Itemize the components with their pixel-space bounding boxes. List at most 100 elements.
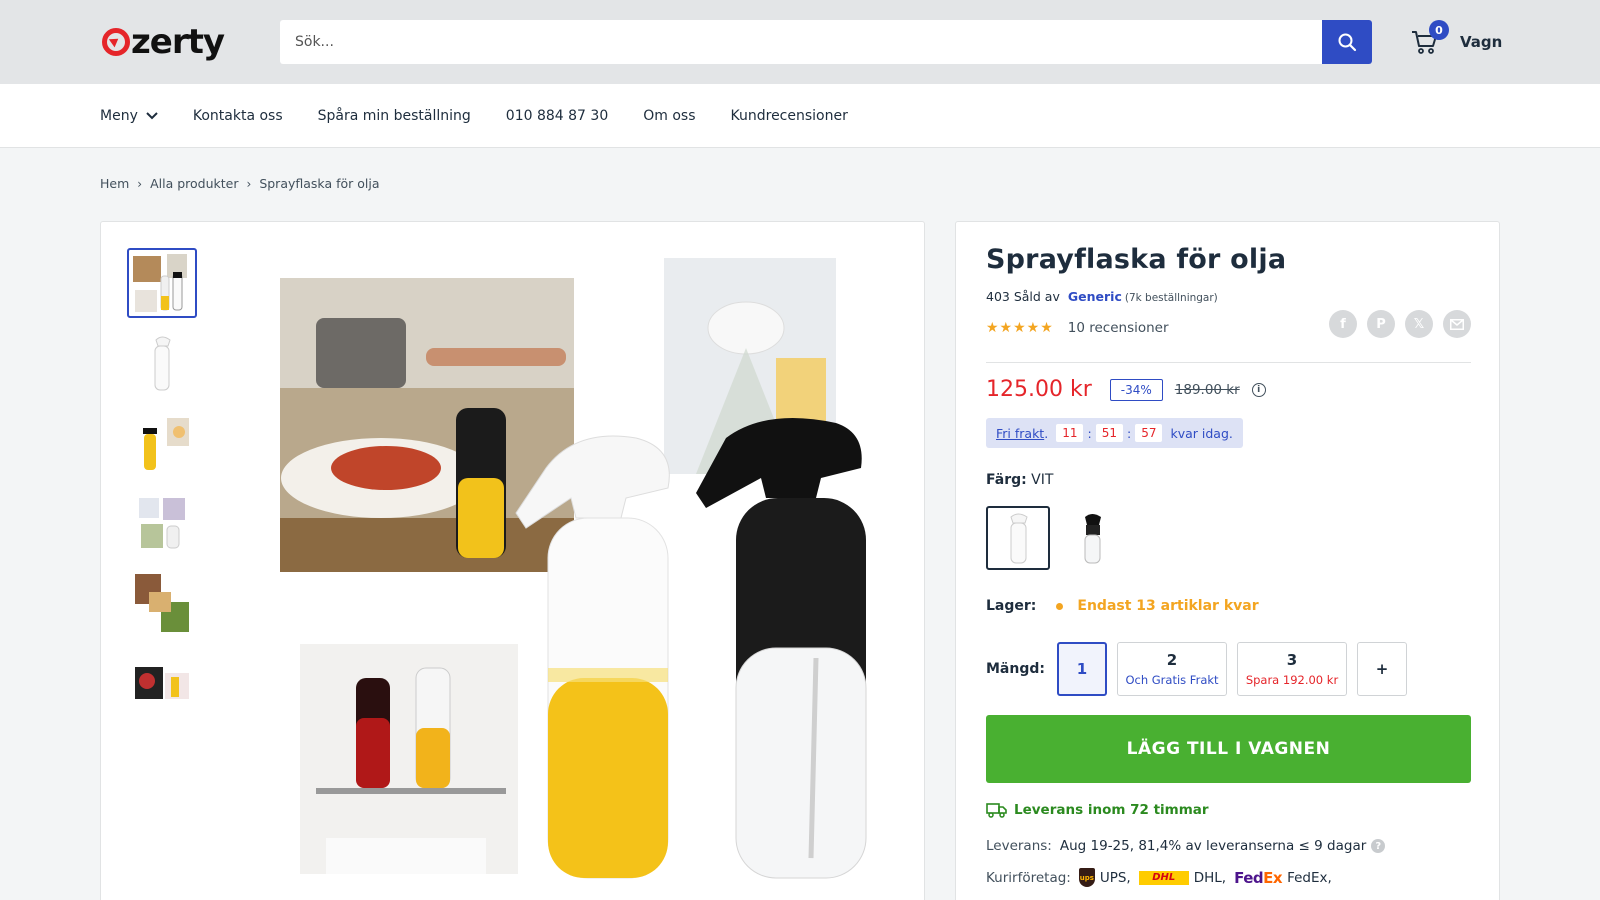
breadcrumb-current: Sprayflaska för olja [259, 176, 380, 191]
facebook-icon[interactable]: f [1329, 310, 1357, 338]
current-price: 125.00 kr [986, 377, 1092, 402]
header: zerty 0 Vagn [0, 0, 1600, 84]
fedex-logo-ex: Ex [1263, 868, 1283, 887]
logo-mark-icon [102, 28, 130, 56]
nav-phone[interactable]: 010 884 87 30 [506, 108, 608, 124]
qty-option-number: 1 [1076, 660, 1088, 678]
color-swatches [986, 506, 1134, 570]
old-price: 189.00 kr [1174, 381, 1240, 398]
color-value: VIT [1031, 472, 1054, 488]
share-buttons: f P 𝕏 [1319, 310, 1471, 338]
divider [986, 362, 1471, 363]
white-bottle-icon [1010, 513, 1028, 564]
nav-about[interactable]: Om oss [643, 108, 695, 124]
black-bottle-icon [1084, 514, 1101, 564]
qty-option-note: Spara 192.00 kr [1245, 673, 1339, 687]
chevron-right-icon: › [137, 176, 143, 191]
search-icon [1338, 33, 1357, 52]
qty-option-note: Och Gratis Frakt [1125, 673, 1219, 687]
thumbnail-image [135, 574, 189, 632]
sold-info: 403 Såld av Generic (7k beställningar) [986, 289, 1218, 304]
qty-option-1[interactable]: 1 [1057, 642, 1107, 696]
dhl-logo-icon: DHL [1138, 870, 1189, 885]
swatch-black[interactable] [1060, 506, 1124, 570]
pinterest-icon[interactable]: P [1367, 310, 1395, 338]
search-input[interactable] [280, 20, 1322, 64]
fedex-logo-icon: FedEx [1234, 869, 1282, 887]
countdown-hours: 11 [1056, 424, 1084, 442]
courier-name: UPS, [1099, 869, 1131, 886]
thumbnail-5[interactable] [127, 568, 197, 638]
truck-icon [986, 803, 1007, 818]
price-row: 125.00 kr -34% 189.00 kr i [986, 377, 1266, 402]
plus-icon: + [1375, 660, 1389, 678]
info-icon[interactable]: i [1251, 382, 1266, 397]
search-button[interactable] [1322, 20, 1372, 64]
countdown-seconds: 57 [1135, 424, 1163, 442]
courier-dhl: DHL DHL, [1138, 870, 1226, 886]
stock-text: Endast 13 artiklar kvar [1077, 598, 1259, 614]
cart-button[interactable]: 0 Vagn [1410, 20, 1503, 62]
qty-label: Mängd: [986, 661, 1045, 677]
thumbnail-image [154, 336, 171, 391]
delivery-text: Leverans inom 72 timmar [1014, 802, 1209, 818]
thumbnail-1[interactable] [127, 248, 197, 318]
rating[interactable]: ★★★★★ 10 recensioner [986, 320, 1169, 336]
thumbnail-6[interactable] [127, 648, 197, 718]
main-product-image[interactable] [276, 258, 876, 888]
fedex-logo-fe: Fed [1234, 868, 1264, 887]
free-shipping-dot: . [1044, 425, 1049, 441]
thumbnail-image [139, 498, 185, 549]
product-title: Sprayflaska för olja [986, 244, 1287, 275]
delivery-estimate: Leverans: Aug 19-25, 81,4% av leveranser… [986, 838, 1386, 854]
nav-track-order[interactable]: Spåra min beställning [318, 108, 471, 124]
countdown-suffix: kvar idag. [1170, 425, 1233, 441]
delivery-estimate-label: Leverans: [986, 838, 1052, 854]
quantity-selector: Mängd: 1 2 Och Gratis Frakt 3 Spara 192.… [986, 642, 1417, 696]
product-photo [280, 258, 867, 879]
reviews-link[interactable]: 10 recensioner [1068, 320, 1169, 336]
nav-menu[interactable]: Meny [100, 108, 158, 124]
thumbnail-2[interactable] [127, 328, 197, 398]
email-icon[interactable] [1443, 310, 1471, 338]
couriers-label: Kurirföretag: [986, 869, 1071, 886]
free-shipping-link[interactable]: Fri frakt [996, 426, 1044, 441]
swatch-white[interactable] [986, 506, 1050, 570]
add-to-cart-button[interactable]: LÄGG TILL I VAGNEN [986, 715, 1471, 783]
qty-option-3[interactable]: 3 Spara 192.00 kr [1237, 642, 1347, 696]
breadcrumb-all-products[interactable]: Alla produkter [150, 176, 238, 191]
cart-label: Vagn [1460, 33, 1503, 51]
nav-menu-label: Meny [100, 108, 138, 124]
brand-link[interactable]: Generic [1068, 289, 1122, 304]
stock-status: Lager: Endast 13 artiklar kvar [986, 598, 1259, 614]
thumbnail-4[interactable] [127, 488, 197, 558]
thumbnail-3[interactable] [127, 408, 197, 478]
cart-icon: 0 [1410, 20, 1449, 57]
thumbnail-list [127, 248, 199, 728]
help-icon[interactable]: ? [1371, 839, 1386, 853]
nav-reviews[interactable]: Kundrecensioner [731, 108, 848, 124]
nav-contact[interactable]: Kontakta oss [193, 108, 283, 124]
countdown-separator: : [1126, 425, 1132, 441]
delivery-estimate-value: Aug 19-25, 81,4% av leveranserna ≤ 9 dag… [1059, 838, 1367, 854]
logo[interactable]: zerty [102, 20, 225, 64]
countdown-minutes: 51 [1095, 424, 1123, 442]
free-shipping-countdown: Fri frakt . 11 : 51 : 57 kvar idag. [986, 418, 1243, 448]
countdown-separator: : [1087, 425, 1092, 441]
courier-name: FedEx, [1287, 869, 1332, 886]
search-bar [280, 20, 1372, 64]
ups-logo-icon: ups [1078, 868, 1095, 887]
courier-fedex: FedEx FedEx, [1234, 869, 1332, 887]
product-gallery [100, 221, 925, 900]
cart-count-badge: 0 [1429, 20, 1449, 40]
orders-count: (7k beställningar) [1124, 292, 1218, 304]
product-info: Sprayflaska för olja 403 Såld av Generic… [955, 221, 1500, 900]
star-rating-icon: ★★★★★ [986, 320, 1054, 336]
qty-plus-button[interactable]: + [1357, 642, 1407, 696]
chevron-down-icon [146, 112, 158, 120]
breadcrumb-home[interactable]: Hem [100, 176, 129, 191]
qty-option-2[interactable]: 2 Och Gratis Frakt [1117, 642, 1227, 696]
color-label-key: Färg: [986, 472, 1027, 488]
x-twitter-icon[interactable]: 𝕏 [1405, 310, 1433, 338]
breadcrumb: Hem › Alla produkter › Sprayflaska för o… [100, 176, 380, 191]
